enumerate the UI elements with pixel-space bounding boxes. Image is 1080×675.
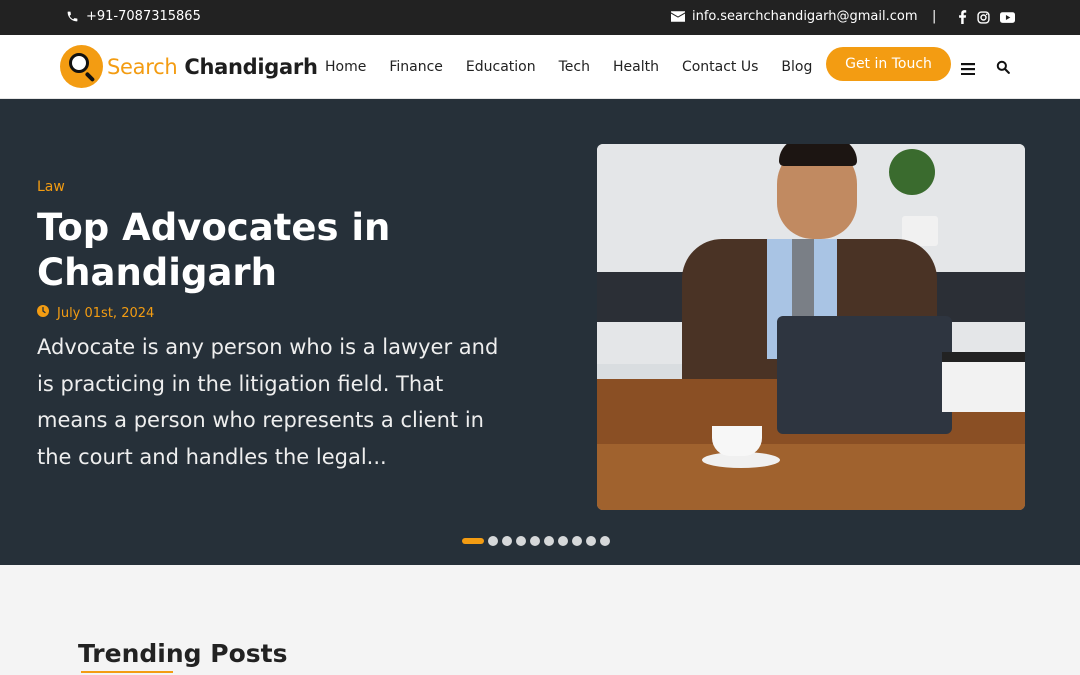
top-bar: +91-7087315865 info.searchchandigarh@gma… <box>0 0 1080 35</box>
slider-dot[interactable] <box>586 536 596 546</box>
phone-contact[interactable]: +91-7087315865 <box>66 9 201 24</box>
site-logo[interactable]: Search Chandigarh <box>60 45 318 88</box>
slider-dot[interactable] <box>488 536 498 546</box>
clock-icon <box>37 305 49 321</box>
envelope-icon <box>671 11 685 22</box>
facebook-icon[interactable] <box>958 10 967 24</box>
nav-contact-us[interactable]: Contact Us <box>682 59 758 75</box>
post-date-text: July 01st, 2024 <box>57 305 155 321</box>
post-featured-image[interactable] <box>597 144 1025 510</box>
logo-text-search: Search <box>107 54 178 79</box>
main-header: Search Chandigarh Home Finance Education… <box>0 35 1080 99</box>
hamburger-menu-icon[interactable] <box>961 60 975 79</box>
heading-underline <box>81 671 173 673</box>
magnifier-logo-icon <box>60 45 103 88</box>
search-icon[interactable] <box>996 59 1010 78</box>
slider-dot[interactable] <box>462 538 484 544</box>
nav-blog[interactable]: Blog <box>781 59 812 75</box>
slider-pagination <box>462 536 610 546</box>
nav-finance[interactable]: Finance <box>389 59 443 75</box>
youtube-icon[interactable] <box>1000 11 1015 23</box>
social-links <box>958 10 1015 24</box>
logo-text: Search Chandigarh <box>107 55 318 79</box>
post-category[interactable]: Law <box>37 179 65 195</box>
get-in-touch-button[interactable]: Get in Touch <box>826 47 951 81</box>
phone-icon <box>66 10 79 23</box>
slider-dot[interactable] <box>600 536 610 546</box>
logo-text-chandigarh: Chandigarh <box>184 54 318 79</box>
primary-nav: Home Finance Education Tech Health Conta… <box>325 59 835 75</box>
slider-dot[interactable] <box>558 536 568 546</box>
post-excerpt: Advocate is any person who is a lawyer a… <box>37 335 499 469</box>
slider-dot[interactable] <box>502 536 512 546</box>
trending-posts-heading: Trending Posts <box>78 639 288 668</box>
slider-dot[interactable] <box>516 536 526 546</box>
hero-slider: Law Top Advocates in Chandigarh July 01s… <box>0 99 1080 565</box>
nav-health[interactable]: Health <box>613 59 659 75</box>
nav-tech[interactable]: Tech <box>559 59 590 75</box>
phone-number: +91-7087315865 <box>86 9 201 24</box>
nav-education[interactable]: Education <box>466 59 536 75</box>
slider-dot[interactable] <box>544 536 554 546</box>
slider-dot[interactable] <box>530 536 540 546</box>
topbar-separator: | <box>932 9 937 24</box>
instagram-icon[interactable] <box>977 10 990 24</box>
slider-dot[interactable] <box>572 536 582 546</box>
email-address: info.searchchandigarh@gmail.com <box>692 9 918 24</box>
post-date: July 01st, 2024 <box>37 305 154 321</box>
nav-home[interactable]: Home <box>325 59 366 75</box>
post-title[interactable]: Top Advocates in Chandigarh <box>37 205 537 295</box>
email-contact[interactable]: info.searchchandigarh@gmail.com <box>671 9 918 24</box>
